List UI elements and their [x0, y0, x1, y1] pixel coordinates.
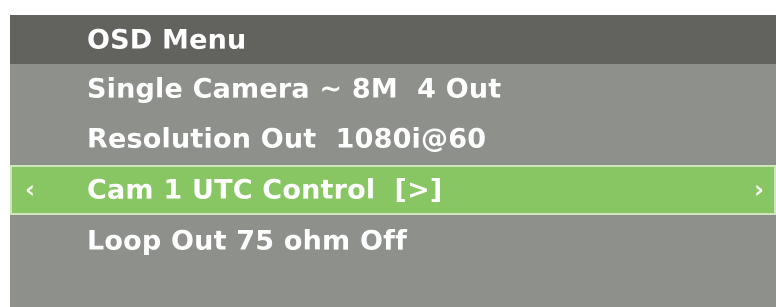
menu-item-label: Cam 1 UTC Control [>] [87, 174, 443, 206]
chevron-right-icon[interactable]: › [754, 175, 764, 203]
menu-item-single-camera[interactable]: Single Camera ~ 8M 4 Out [10, 64, 776, 114]
osd-header: OSD Menu [10, 15, 776, 64]
menu-item-label: Resolution Out 1080i@60 [87, 123, 487, 155]
menu-item-label: Loop Out 75 ohm Off [87, 225, 408, 257]
osd-title: OSD Menu [87, 24, 247, 55]
menu-item-label: Single Camera ~ 8M 4 Out [87, 73, 502, 105]
menu-item-loop-out[interactable]: Loop Out 75 ohm Off [10, 216, 776, 266]
menu-item-cam1-utc-control[interactable]: ‹ Cam 1 UTC Control [>] › [10, 165, 776, 215]
osd-menu-panel: OSD Menu Single Camera ~ 8M 4 Out Resolu… [10, 15, 776, 307]
chevron-left-icon[interactable]: ‹ [25, 175, 35, 203]
menu-item-resolution-out[interactable]: Resolution Out 1080i@60 [10, 114, 776, 164]
